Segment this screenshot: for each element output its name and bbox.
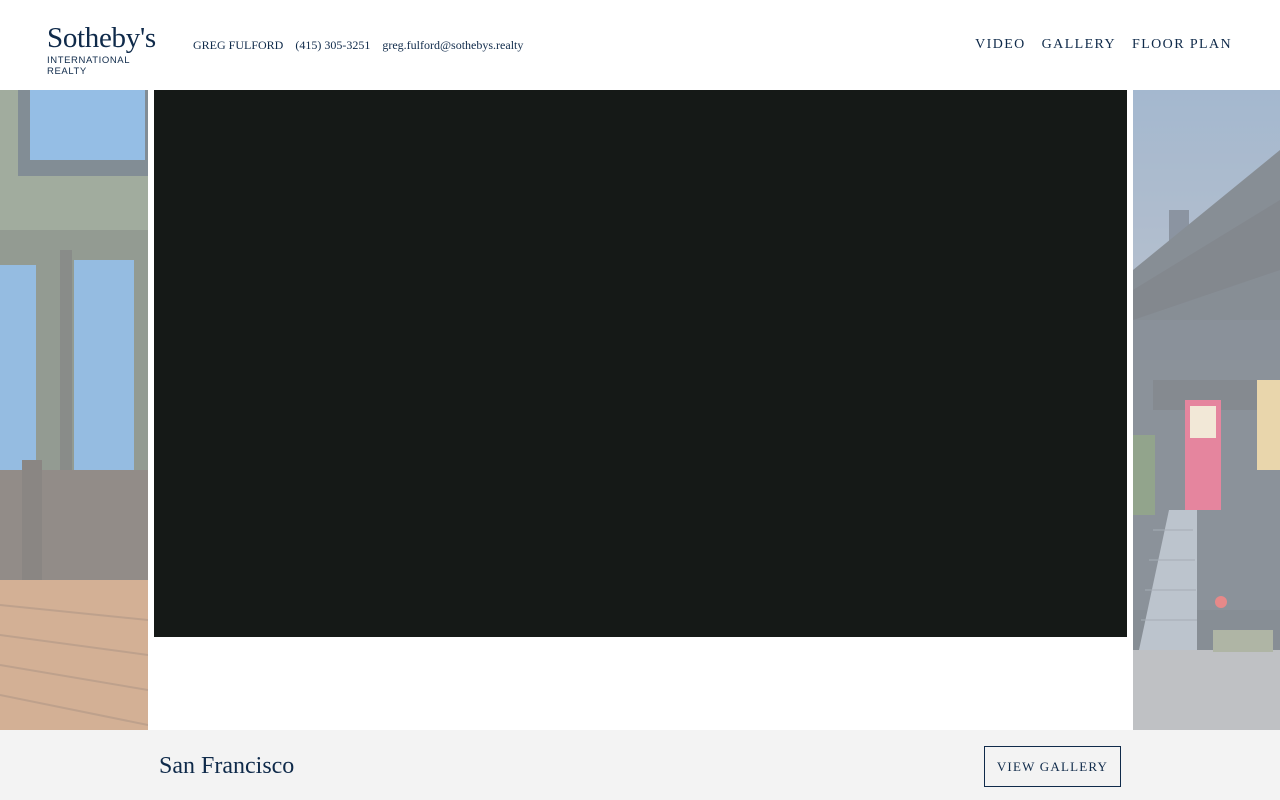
- exterior-fence-image: [0, 90, 148, 730]
- listing-city: San Francisco: [159, 753, 295, 779]
- media-carousel: [0, 90, 1280, 730]
- previous-slide-photo[interactable]: [0, 90, 148, 730]
- logo-wordmark: Sotheby's: [47, 22, 156, 54]
- next-slide-photo[interactable]: [1133, 90, 1280, 730]
- sothebys-logo[interactable]: Sotheby's INTERNATIONAL REALTY: [47, 22, 167, 77]
- nav-video[interactable]: VIDEO: [975, 37, 1026, 53]
- nav-floor-plan[interactable]: FLOOR PLAN: [1132, 37, 1232, 53]
- listing-footer: San Francisco VIEW GALLERY: [0, 730, 1280, 800]
- agent-contact: GREG FULFORD (415) 305-3251 greg.fulford…: [193, 38, 532, 52]
- site-header: Sotheby's INTERNATIONAL REALTY GREG FULF…: [0, 0, 1280, 90]
- agent-phone[interactable]: (415) 305-3251: [295, 38, 370, 52]
- victorian-house-image: [1133, 90, 1280, 730]
- logo-subtitle: INTERNATIONAL REALTY: [47, 55, 130, 77]
- agent-name: GREG FULFORD: [193, 38, 284, 52]
- video-player[interactable]: [154, 90, 1127, 637]
- nav-gallery[interactable]: GALLERY: [1042, 37, 1116, 53]
- view-gallery-button[interactable]: VIEW GALLERY: [984, 746, 1121, 787]
- agent-email[interactable]: greg.fulford@sothebys.realty: [382, 38, 523, 52]
- main-nav: VIDEO GALLERY FLOOR PLAN: [975, 37, 1232, 53]
